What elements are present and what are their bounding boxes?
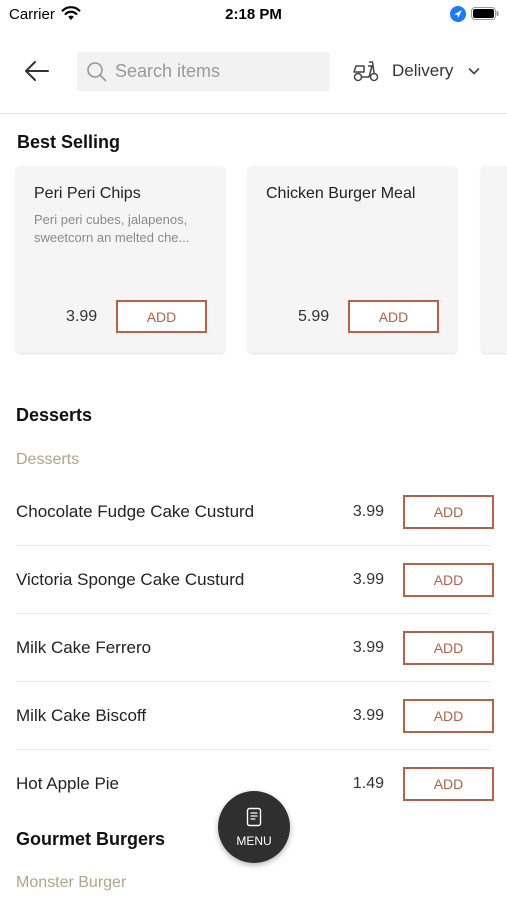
list-item[interactable]: Chocolate Fudge Cake Custurd 3.99 ADD	[16, 478, 494, 546]
monster-burger-subtitle: Monster Burger	[16, 874, 127, 891]
add-button[interactable]: ADD	[403, 767, 494, 801]
menu-label: MENU	[236, 834, 272, 848]
add-button[interactable]: ADD	[348, 300, 439, 333]
product-card[interactable]: Peri Peri Chips Peri peri cubes, jalapen…	[16, 166, 225, 353]
delivery-selector[interactable]: Delivery	[352, 58, 492, 86]
search-input[interactable]	[115, 52, 325, 91]
search-box[interactable]	[77, 52, 330, 91]
status-time: 2:18 PM	[225, 6, 282, 23]
add-button[interactable]: ADD	[403, 495, 494, 529]
product-card-description: Peri peri cubes, jalapenos, sweetcorn an…	[34, 212, 190, 245]
back-button[interactable]	[22, 56, 52, 86]
menu-book-icon	[246, 807, 262, 827]
product-card-partial[interactable]	[481, 166, 507, 353]
menu-button[interactable]: MENU	[218, 791, 290, 863]
search-icon	[87, 62, 107, 82]
location-arrow-icon	[450, 6, 466, 22]
item-price: 3.99	[352, 502, 384, 520]
back-arrow-icon	[25, 61, 49, 81]
best-selling-title: Best Selling	[17, 132, 121, 152]
product-card-price: 3.99	[66, 308, 98, 325]
product-card-title: Chicken Burger Meal	[266, 185, 416, 202]
product-card[interactable]: Chicken Burger Meal 5.99 ADD	[248, 166, 457, 353]
item-price: 3.99	[352, 638, 384, 656]
desserts-subtitle: Desserts	[16, 451, 80, 468]
item-name: Chocolate Fudge Cake Custurd	[16, 501, 255, 521]
list-item[interactable]: Milk Cake Ferrero 3.99 ADD	[16, 614, 494, 682]
desserts-title: Desserts	[16, 405, 93, 425]
item-price: 3.99	[352, 706, 384, 724]
battery-icon	[471, 7, 499, 20]
add-button[interactable]: ADD	[403, 563, 494, 597]
item-name: Milk Cake Ferrero	[16, 637, 152, 657]
item-name: Hot Apple Pie	[16, 774, 120, 793]
add-button[interactable]: ADD	[116, 300, 207, 333]
header: Delivery	[0, 40, 507, 114]
status-bar: Carrier 2:18 PM	[0, 0, 507, 28]
add-button[interactable]: ADD	[403, 631, 494, 665]
item-name: Victoria Sponge Cake Custurd	[16, 569, 245, 589]
scooter-icon	[353, 61, 379, 82]
product-card-price: 5.99	[298, 308, 330, 325]
gourmet-burgers-title: Gourmet Burgers	[16, 829, 166, 849]
item-price: 3.99	[352, 570, 384, 588]
add-button[interactable]: ADD	[403, 699, 494, 733]
list-item[interactable]: Victoria Sponge Cake Custurd 3.99 ADD	[16, 546, 494, 614]
item-name: Milk Cake Biscoff	[16, 705, 147, 725]
delivery-label: Delivery	[392, 61, 454, 80]
chevron-down-icon	[468, 68, 480, 75]
item-price: 1.49	[352, 775, 384, 792]
list-item[interactable]: Milk Cake Biscoff 3.99 ADD	[16, 682, 494, 750]
product-card-title: Peri Peri Chips	[34, 185, 141, 202]
